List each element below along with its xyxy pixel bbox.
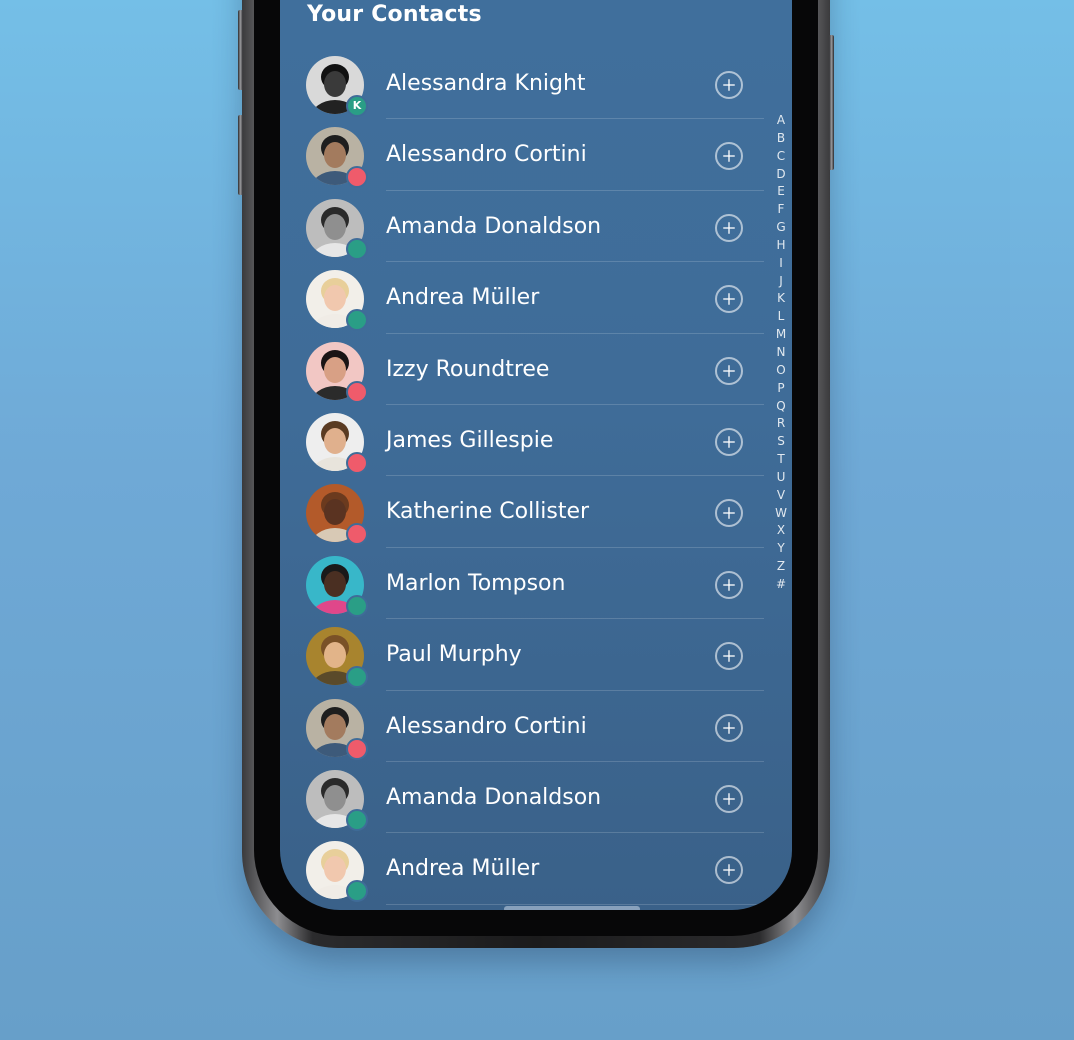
add-contact-button[interactable]: [715, 213, 743, 242]
contact-name: Katherine Collister: [386, 499, 590, 525]
alphabet-index-letter[interactable]: E: [774, 183, 788, 201]
status-offline-badge: [346, 451, 368, 474]
alphabet-index-letter[interactable]: L: [774, 308, 788, 326]
home-indicator[interactable]: [504, 906, 640, 910]
contact-name: Alessandro Cortini: [386, 713, 587, 739]
add-contact-button[interactable]: [715, 356, 743, 385]
alphabet-index-letter[interactable]: G: [774, 219, 788, 237]
contact-row[interactable]: Amanda Donaldson: [280, 191, 792, 263]
alphabet-index-letter[interactable]: T: [774, 451, 788, 469]
alphabet-index-letter[interactable]: A: [774, 112, 788, 130]
status-offline-badge: [346, 166, 368, 189]
contact-row[interactable]: Andrea Müller: [280, 262, 792, 334]
alphabet-index-letter[interactable]: U: [774, 469, 788, 487]
status-online-badge: [346, 666, 368, 689]
alphabet-index-letter[interactable]: V: [774, 487, 788, 505]
add-contact-button[interactable]: [715, 856, 743, 885]
power-button: [829, 35, 834, 170]
contact-name: Andrea Müller: [386, 285, 540, 311]
contact-name: James Gillespie: [386, 427, 554, 453]
contact-row[interactable]: Amanda Donaldson: [280, 762, 792, 834]
alphabet-index-letter[interactable]: S: [774, 433, 788, 451]
status-offline-badge: [346, 737, 368, 760]
status-offline-badge: [346, 523, 368, 546]
alphabet-index-letter[interactable]: B: [774, 130, 788, 148]
contact-name: Izzy Roundtree: [386, 356, 550, 382]
contact-name: Amanda Donaldson: [386, 784, 602, 810]
alphabet-index-letter[interactable]: W: [774, 505, 788, 523]
contact-name: Marlon Tompson: [386, 570, 566, 596]
alphabet-index-letter[interactable]: Z: [774, 558, 788, 576]
contact-name: Amanda Donaldson: [386, 213, 602, 239]
alphabet-index-letter[interactable]: N: [774, 344, 788, 362]
phone-frame: Your Contacts K Alessandra Knight Alessand…: [238, 0, 834, 948]
alphabet-index-letter[interactable]: Q: [774, 398, 788, 416]
contact-name: Andrea Müller: [386, 856, 540, 882]
contact-row[interactable]: James Gillespie: [280, 405, 792, 477]
status-online-badge: [346, 594, 368, 617]
alphabet-index-letter[interactable]: Y: [774, 540, 788, 558]
alphabet-index-letter[interactable]: P: [774, 380, 788, 398]
contact-row[interactable]: Alessandro Cortini: [280, 691, 792, 763]
alphabet-index-letter[interactable]: X: [774, 522, 788, 540]
alphabet-index-letter[interactable]: J: [774, 273, 788, 291]
alphabet-index-letter[interactable]: O: [774, 362, 788, 380]
alphabet-index-letter[interactable]: F: [774, 201, 788, 219]
status-online-badge: [346, 880, 368, 903]
contact-row[interactable]: Andrea Müller: [280, 833, 792, 906]
status-online-badge: [346, 237, 368, 260]
contact-row[interactable]: K Alessandra Knight: [280, 48, 792, 120]
alphabet-index-letter[interactable]: C: [774, 148, 788, 166]
alphabet-index[interactable]: A B C D E F G H I J K L M N O P Q R S T U V W X Y Z #: [774, 112, 788, 594]
app-badge-icon: K: [346, 95, 368, 117]
status-online-badge: [346, 309, 368, 332]
add-contact-button[interactable]: [715, 427, 743, 456]
contact-name: Alessandra Knight: [386, 71, 586, 96]
add-contact-button[interactable]: [715, 499, 743, 528]
add-contact-button[interactable]: [715, 784, 743, 813]
volume-up-button: [238, 10, 243, 90]
alphabet-index-letter[interactable]: R: [774, 415, 788, 433]
add-contact-button[interactable]: [715, 642, 743, 671]
contact-name: Alessandro Cortini: [386, 142, 587, 168]
phone-screen: Your Contacts K Alessandra Knight Alessand…: [280, 0, 792, 910]
add-contact-button[interactable]: [715, 285, 743, 314]
alphabet-index-letter[interactable]: I: [774, 255, 788, 273]
alphabet-index-letter[interactable]: #: [774, 576, 788, 594]
contact-row[interactable]: Katherine Collister: [280, 476, 792, 549]
alphabet-index-letter[interactable]: H: [774, 237, 788, 255]
add-contact-button[interactable]: [715, 71, 743, 99]
contact-row[interactable]: Marlon Tompson: [280, 548, 792, 620]
add-contact-button[interactable]: [715, 570, 743, 599]
section-title: Your Contacts: [307, 2, 482, 27]
volume-down-button: [238, 115, 243, 195]
contact-row[interactable]: Paul Murphy: [280, 619, 792, 691]
alphabet-index-letter[interactable]: M: [774, 326, 788, 344]
add-contact-button[interactable]: [715, 713, 743, 742]
status-offline-badge: [346, 380, 368, 403]
contact-name: Paul Murphy: [386, 642, 522, 668]
status-online-badge: [346, 808, 368, 831]
contact-list: K Alessandra Knight Alessandro Cortini Aman…: [280, 48, 792, 906]
contact-row[interactable]: Izzy Roundtree: [280, 334, 792, 406]
add-contact-button[interactable]: [715, 142, 743, 171]
alphabet-index-letter[interactable]: K: [774, 290, 788, 308]
contact-row[interactable]: Alessandro Cortini: [280, 119, 792, 192]
alphabet-index-letter[interactable]: D: [774, 166, 788, 184]
